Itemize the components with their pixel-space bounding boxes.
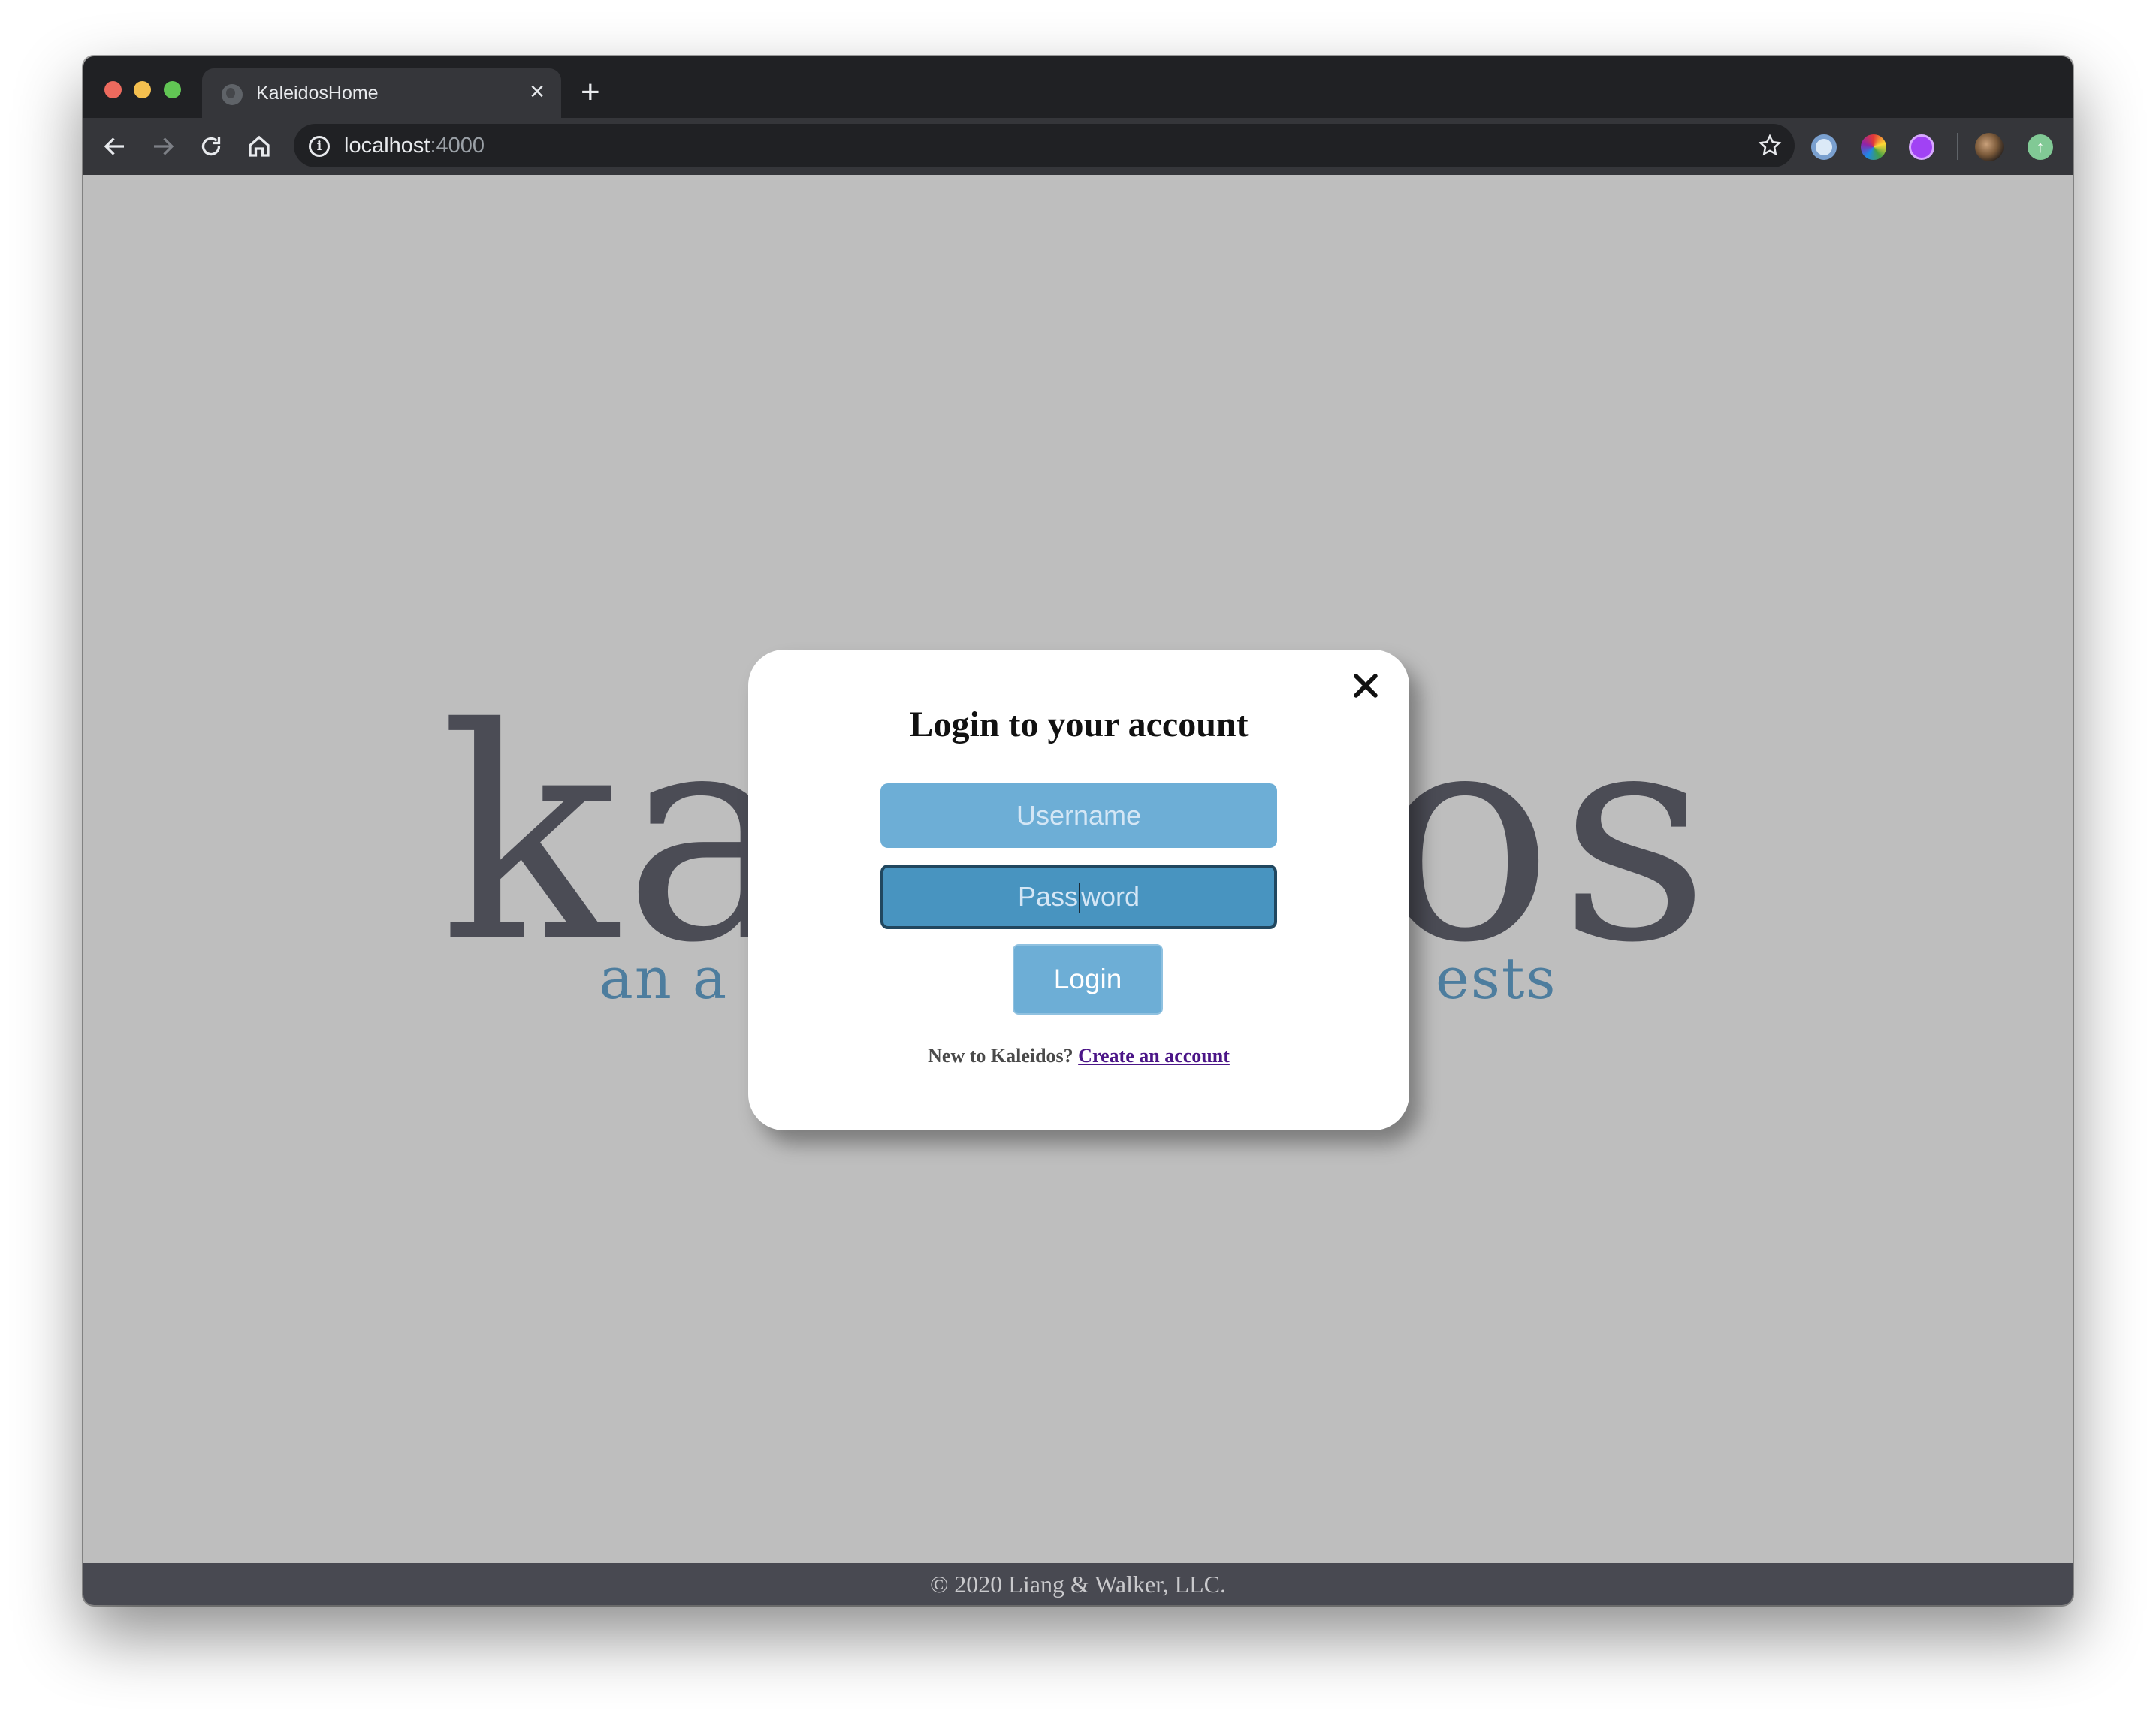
- close-window-button[interactable]: [104, 81, 122, 98]
- new-tab-plus-icon[interactable]: +: [581, 76, 600, 109]
- browser-toolbar: i localhost:4000 ↑: [83, 118, 2073, 175]
- toolbar-divider: [1957, 133, 1958, 160]
- extension-icon[interactable]: [1811, 134, 1837, 160]
- address-bar[interactable]: i localhost:4000: [294, 124, 1795, 167]
- info-icon[interactable]: i: [309, 136, 330, 157]
- tab-kaleidoshome[interactable]: KaleidosHome ×: [202, 68, 561, 118]
- close-icon[interactable]: [1349, 669, 1382, 702]
- star-icon[interactable]: [1757, 133, 1783, 158]
- page-footer: © 2020 Liang & Walker, LLC.: [83, 1563, 2073, 1605]
- forward-icon[interactable]: [145, 128, 181, 164]
- create-account-link[interactable]: Create an account: [1078, 1045, 1230, 1067]
- tab-strip: KaleidosHome × +: [83, 56, 2073, 118]
- url-text[interactable]: localhost:4000: [344, 134, 485, 158]
- profile-avatar[interactable]: [1975, 133, 2004, 161]
- home-icon[interactable]: [241, 128, 277, 164]
- color-picker-extension-icon[interactable]: [1861, 134, 1886, 160]
- login-modal: Login to your account Username Pass word …: [748, 650, 1409, 1130]
- globe-icon: [222, 84, 243, 105]
- login-button[interactable]: Login: [1013, 944, 1163, 1015]
- username-input[interactable]: Username: [880, 783, 1277, 848]
- username-placeholder: Username: [1016, 800, 1142, 831]
- back-icon[interactable]: [97, 128, 133, 164]
- modal-title: Login to your account: [909, 705, 1249, 744]
- reload-icon[interactable]: [193, 128, 229, 164]
- password-input[interactable]: Pass word: [880, 865, 1277, 929]
- update-icon[interactable]: ↑: [2028, 134, 2053, 160]
- maximize-window-button[interactable]: [164, 81, 181, 98]
- tab-title: KaleidosHome: [256, 83, 379, 104]
- minimize-window-button[interactable]: [134, 81, 151, 98]
- extension-icon[interactable]: [1909, 134, 1934, 160]
- close-tab-icon[interactable]: ×: [530, 79, 545, 104]
- password-placeholder-end: word: [1081, 881, 1140, 912]
- password-placeholder-start: Pass: [1017, 881, 1078, 912]
- text-caret: [1079, 883, 1080, 914]
- signup-prompt: New to Kaleidos? Create an account: [928, 1045, 1230, 1067]
